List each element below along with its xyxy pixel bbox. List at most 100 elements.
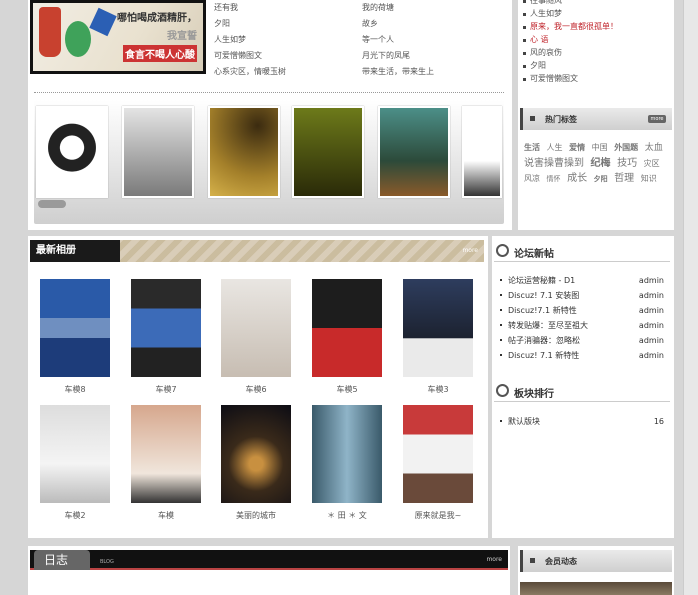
article-link[interactable]: 带来生活，带来生上 [362, 68, 434, 84]
article-link[interactable]: 还有我 [214, 4, 286, 20]
photo-caption[interactable]: 车模 [121, 510, 211, 521]
banner-image[interactable]: 哪怕喝成酒精肝， 我宣誓 食言不喝人心酸 [30, 0, 206, 74]
more-button[interactable]: more [648, 115, 666, 123]
carousel-thumb[interactable] [378, 106, 450, 198]
post-subject[interactable]: 论坛运营秘籍 - D1 [508, 273, 575, 288]
post-author[interactable]: admin [639, 288, 664, 303]
article-link[interactable]: 可爱憎懒图文 [214, 52, 286, 68]
more-link[interactable]: more [486, 556, 502, 563]
carousel-thumb[interactable] [208, 106, 280, 198]
forum-post[interactable]: 论坛运营秘籍 - D1 admin [500, 273, 664, 288]
tag-link[interactable]: 人生 [547, 143, 563, 152]
album-photo[interactable] [403, 405, 473, 503]
tag-link[interactable]: 技巧 [617, 158, 637, 169]
list-item[interactable]: 风的哀伤 [520, 48, 672, 61]
photo-caption[interactable]: 车模6 [211, 384, 301, 395]
section-subtitle: BLOG [100, 559, 114, 565]
forum-post[interactable]: 转发贴爆：至尽至祖大 admin [500, 318, 664, 333]
album-header: 最新相册 more [30, 240, 484, 262]
list-item[interactable]: 心 语 [520, 35, 672, 48]
post-subject[interactable]: 帖子消骗器：忽略松 [508, 333, 580, 348]
list-item[interactable]: 可爱憎懒图文 [520, 74, 672, 87]
album-photo[interactable] [403, 279, 473, 377]
tag-link[interactable]: 哲理 [614, 173, 634, 184]
article-link[interactable]: 夕阳 [214, 20, 286, 36]
article-link[interactable]: 等一个人 [362, 36, 434, 52]
tag-link[interactable]: 太血 [645, 143, 663, 153]
carousel-thumb[interactable] [36, 106, 108, 198]
square-icon [530, 558, 535, 563]
list-item[interactable]: 夕阳 [520, 61, 672, 74]
tag-link[interactable]: 成长 [567, 173, 587, 184]
post-author[interactable]: admin [639, 333, 664, 348]
post-subject[interactable]: Discuz!7.1 新特性 [508, 303, 577, 318]
post-subject[interactable]: 转发贴爆：至尽至祖大 [508, 318, 588, 333]
list-item[interactable]: 原来，我一直都很孤单！ [520, 22, 672, 35]
carousel-thumb[interactable] [292, 106, 364, 198]
tag-link[interactable]: 夕阳 [594, 175, 608, 183]
tag-link[interactable]: 知识 [641, 174, 657, 183]
blog-panel: 日志 BLOG more [28, 546, 510, 595]
album-photo[interactable] [221, 405, 291, 503]
album-photo[interactable] [312, 405, 382, 503]
forum-post[interactable]: 帖子消骗器：忽略松 admin [500, 333, 664, 348]
article-link[interactable]: 我的荷塘 [362, 4, 434, 20]
photo-caption[interactable]: 美丽的城市 [211, 510, 301, 521]
article-link[interactable]: 月光下的凤尾 [362, 52, 434, 68]
board-row[interactable]: 默认版块 16 [500, 414, 664, 429]
list-item[interactable]: 人生如梦 [520, 9, 672, 22]
tag-link[interactable]: 情怀 [547, 175, 561, 183]
photo-caption[interactable]: 车模2 [30, 510, 120, 521]
album-photo[interactable] [131, 405, 201, 503]
photo-caption[interactable]: 原来就是我~ [393, 510, 483, 521]
tag-link[interactable]: 生活 [524, 143, 540, 152]
forum-post[interactable]: Discuz! 7.1 新特性 admin [500, 348, 664, 363]
more-link[interactable]: more [462, 247, 478, 254]
blog-header: 日志 BLOG more [30, 550, 508, 570]
album-photo[interactable] [312, 279, 382, 377]
board-name[interactable]: 默认版块 [508, 414, 540, 429]
list-item[interactable]: 往事随风 [520, 0, 672, 9]
forum-panel: 论坛新帖 论坛运营秘籍 - D1 admin Discuz! 7.1 安装图 a… [492, 236, 674, 538]
carousel-scroll-handle[interactable] [38, 200, 66, 208]
link-list-left: 还有我 夕阳 人生如梦 可爱憎懒图文 心系灾区，情暖玉树 [214, 4, 286, 84]
post-author[interactable]: admin [639, 348, 664, 363]
post-author[interactable]: admin [639, 273, 664, 288]
forum-post[interactable]: Discuz!7.1 新特性 admin [500, 303, 664, 318]
tag-link[interactable]: 风凉 [524, 174, 540, 183]
tag-link[interactable]: 说害操曹操到 [524, 158, 584, 169]
forum-post[interactable]: Discuz! 7.1 安装图 admin [500, 288, 664, 303]
album-photo[interactable] [40, 279, 110, 377]
photo-caption[interactable]: ＊ 田 ＊ 文 [302, 510, 392, 521]
photo-caption[interactable]: 车模8 [30, 384, 120, 395]
photo-caption[interactable]: 车模3 [393, 384, 483, 395]
tag-link[interactable]: 中国 [592, 143, 608, 152]
carousel-thumb[interactable] [462, 106, 502, 198]
tag-link[interactable]: 灾区 [644, 159, 660, 168]
article-link[interactable]: 故乡 [362, 20, 434, 36]
album-panel: 最新相册 more 车模8 车模7 车模6 车模5 车模3 车模2 车模 美丽的… [28, 236, 488, 538]
album-photo[interactable] [131, 279, 201, 377]
circle-icon [496, 384, 509, 397]
tag-link[interactable]: 纪梅 [591, 158, 611, 169]
album-photo[interactable] [40, 405, 110, 503]
post-subject[interactable]: Discuz! 7.1 安装图 [508, 288, 579, 303]
post-author[interactable]: admin [639, 303, 664, 318]
member-activity-image[interactable] [520, 582, 672, 595]
article-link[interactable]: 人生如梦 [214, 36, 286, 52]
square-icon [530, 116, 535, 121]
image-carousel [34, 100, 504, 224]
carousel-thumb[interactable] [122, 106, 194, 198]
album-photo[interactable] [221, 279, 291, 377]
photo-caption[interactable]: 车模5 [302, 384, 392, 395]
tag-link[interactable]: 爱情 [569, 143, 585, 152]
link-list-right: 我的荷塘 故乡 等一个人 月光下的凤尾 带来生活，带来生上 [362, 4, 434, 84]
tag-link[interactable]: 外国题 [614, 143, 638, 152]
page-scrollbar[interactable] [683, 0, 698, 595]
post-subject[interactable]: Discuz! 7.1 新特性 [508, 348, 579, 363]
article-link[interactable]: 心系灾区，情暖玉树 [214, 68, 286, 84]
hot-tags-header: 热门标签 more [520, 108, 672, 130]
photo-caption[interactable]: 车模7 [121, 384, 211, 395]
bottle-icon [65, 21, 91, 57]
post-author[interactable]: admin [639, 318, 664, 333]
